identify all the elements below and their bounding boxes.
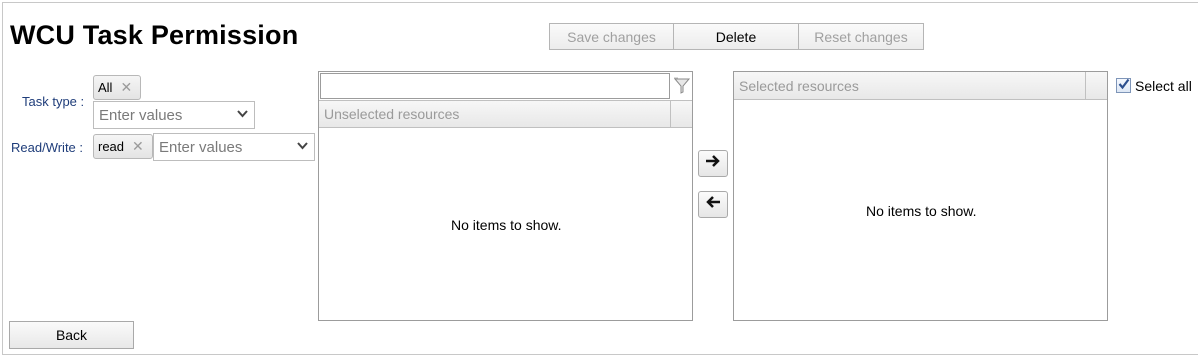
- unselected-column-header[interactable]: Unselected resources: [319, 100, 692, 128]
- task-type-placeholder: Enter values: [99, 106, 183, 124]
- move-left-button[interactable]: [698, 191, 728, 218]
- back-button[interactable]: Back: [9, 321, 134, 349]
- unselected-resources-panel: Unselected resources No items to show.: [318, 71, 693, 321]
- arrow-left-icon: [705, 195, 721, 214]
- chevron-down-icon[interactable]: [237, 107, 248, 122]
- select-all-label[interactable]: Select all: [1135, 78, 1192, 94]
- select-all-checkbox[interactable]: [1116, 78, 1131, 93]
- reset-changes-button[interactable]: Reset changes: [799, 23, 924, 50]
- save-changes-button[interactable]: Save changes: [549, 23, 674, 50]
- unselected-empty-text: No items to show.: [451, 217, 562, 233]
- chip-label: read: [98, 139, 125, 154]
- task-type-chip[interactable]: All ✕: [93, 75, 141, 100]
- move-right-button[interactable]: [698, 150, 728, 177]
- read-write-input[interactable]: Enter values: [153, 133, 315, 161]
- column-divider: [1085, 72, 1086, 99]
- delete-button[interactable]: Delete: [674, 23, 799, 50]
- close-icon[interactable]: ✕: [132, 138, 144, 155]
- selected-column-header[interactable]: Selected resources: [734, 72, 1107, 100]
- task-type-label: Task type :: [22, 94, 85, 109]
- unselected-header-label: Unselected resources: [324, 106, 460, 122]
- page-title: WCU Task Permission: [10, 20, 299, 50]
- selected-empty-text: No items to show.: [866, 203, 977, 219]
- arrow-right-icon: [705, 154, 721, 173]
- check-icon: [1118, 77, 1130, 95]
- read-write-placeholder: Enter values: [159, 138, 243, 156]
- funnel-icon[interactable]: [672, 76, 692, 96]
- selected-header-label: Selected resources: [739, 77, 859, 94]
- resource-filter-input[interactable]: [320, 73, 670, 99]
- toolbar: Save changes Delete Reset changes: [549, 23, 924, 50]
- chevron-down-icon[interactable]: [297, 139, 308, 154]
- task-type-input[interactable]: Enter values: [93, 101, 255, 129]
- close-icon[interactable]: ✕: [120, 79, 132, 96]
- read-write-label: Read/Write :: [11, 140, 84, 155]
- read-write-chip[interactable]: read ✕: [93, 134, 153, 159]
- column-divider: [670, 101, 671, 127]
- chip-label: All: [98, 80, 113, 95]
- selected-resources-panel: Selected resources No items to show.: [733, 71, 1108, 321]
